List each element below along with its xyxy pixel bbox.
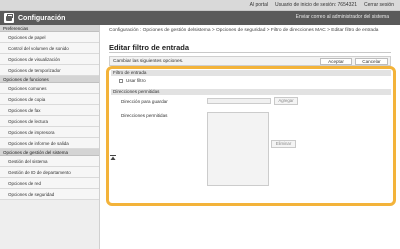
sidebar-section-functions: Opciones de funciones bbox=[0, 76, 99, 83]
top-utility-bar: Al portal Usuario de inicio de sesión: 7… bbox=[0, 0, 400, 11]
email-admin-link[interactable]: Enviar correo al administrador del siste… bbox=[288, 12, 396, 22]
breadcrumb: Configuración : Opciones de gestión dels… bbox=[109, 28, 379, 33]
login-user-text: Usuario de inicio de sesión: 7654321 bbox=[274, 2, 357, 8]
sidebar-item-volume[interactable]: Control del volumen de sonido bbox=[0, 43, 99, 54]
portal-link[interactable]: Al portal bbox=[250, 2, 268, 8]
address-to-save-label: Dirección para guardar bbox=[121, 99, 168, 104]
settings-app-icon bbox=[4, 13, 14, 23]
scroll-to-top-icon[interactable] bbox=[110, 155, 116, 161]
delete-button[interactable]: Eliminar bbox=[271, 140, 296, 148]
sidebar-item-copy[interactable]: Opciones de copia bbox=[0, 94, 99, 105]
use-filter-label: Usar filtro bbox=[126, 78, 146, 83]
allowed-addresses-label: Direcciones permitidas bbox=[121, 113, 168, 118]
sidebar-section-preferences: Preferencias bbox=[0, 25, 99, 32]
logout-link[interactable]: Cerrar sesión bbox=[364, 2, 394, 8]
app-header: Configuración Enviar correo al administr… bbox=[0, 11, 400, 25]
sidebar-item-network[interactable]: Opciones de red bbox=[0, 178, 99, 189]
page-title: Editar filtro de entrada bbox=[109, 43, 190, 52]
sidebar-item-fax[interactable]: Opciones de fax bbox=[0, 105, 99, 116]
cancel-button[interactable]: Cancelar bbox=[355, 58, 388, 65]
sidebar-item-printer[interactable]: Opciones de impresora bbox=[0, 127, 99, 138]
app-title: Configuración bbox=[18, 14, 66, 22]
sidebar-item-scan[interactable]: Opciones de lectura bbox=[0, 116, 99, 127]
change-settings-label: Cambiar las siguientes opciones. bbox=[113, 58, 184, 64]
sidebar-item-display[interactable]: Opciones de visualización bbox=[0, 54, 99, 65]
accept-button[interactable]: Aceptar bbox=[320, 58, 352, 65]
settings-panel-highlight: Filtro de entrada Usar filtro Direccione… bbox=[106, 66, 396, 206]
sidebar-item-common[interactable]: Opciones comunes bbox=[0, 83, 99, 94]
sidebar-item-paper[interactable]: Opciones de papel bbox=[0, 32, 99, 43]
sidebar-item-department-id[interactable]: Gestión de ID de departamento bbox=[0, 167, 99, 178]
action-bar: Cambiar las siguientes opciones. Aceptar… bbox=[109, 56, 391, 66]
sidebar-item-timer[interactable]: Opciones de temporizador bbox=[0, 65, 99, 76]
sidebar-section-admin: Opciones de gestión del sistema bbox=[0, 149, 99, 156]
address-to-save-input[interactable] bbox=[207, 98, 271, 104]
add-button[interactable]: Agregar bbox=[274, 97, 298, 105]
sidebar-item-system-management[interactable]: Gestión del sistema bbox=[0, 156, 99, 167]
allowed-addresses-list[interactable] bbox=[207, 112, 269, 186]
main-content: Configuración : Opciones de gestión dels… bbox=[106, 25, 396, 249]
title-divider bbox=[109, 52, 391, 53]
use-filter-row: Usar filtro bbox=[119, 78, 146, 83]
section-input-filter: Filtro de entrada bbox=[111, 70, 391, 76]
sidebar-item-security[interactable]: Opciones de seguridad bbox=[0, 189, 99, 200]
sidebar-item-report[interactable]: Opciones de informe de salida bbox=[0, 138, 99, 149]
sidebar: Preferencias Opciones de papel Control d… bbox=[0, 25, 100, 249]
section-allowed-addresses: Direcciones permitidas bbox=[111, 89, 391, 95]
use-filter-checkbox[interactable] bbox=[119, 78, 123, 83]
app-logo: Configuración bbox=[4, 12, 104, 24]
